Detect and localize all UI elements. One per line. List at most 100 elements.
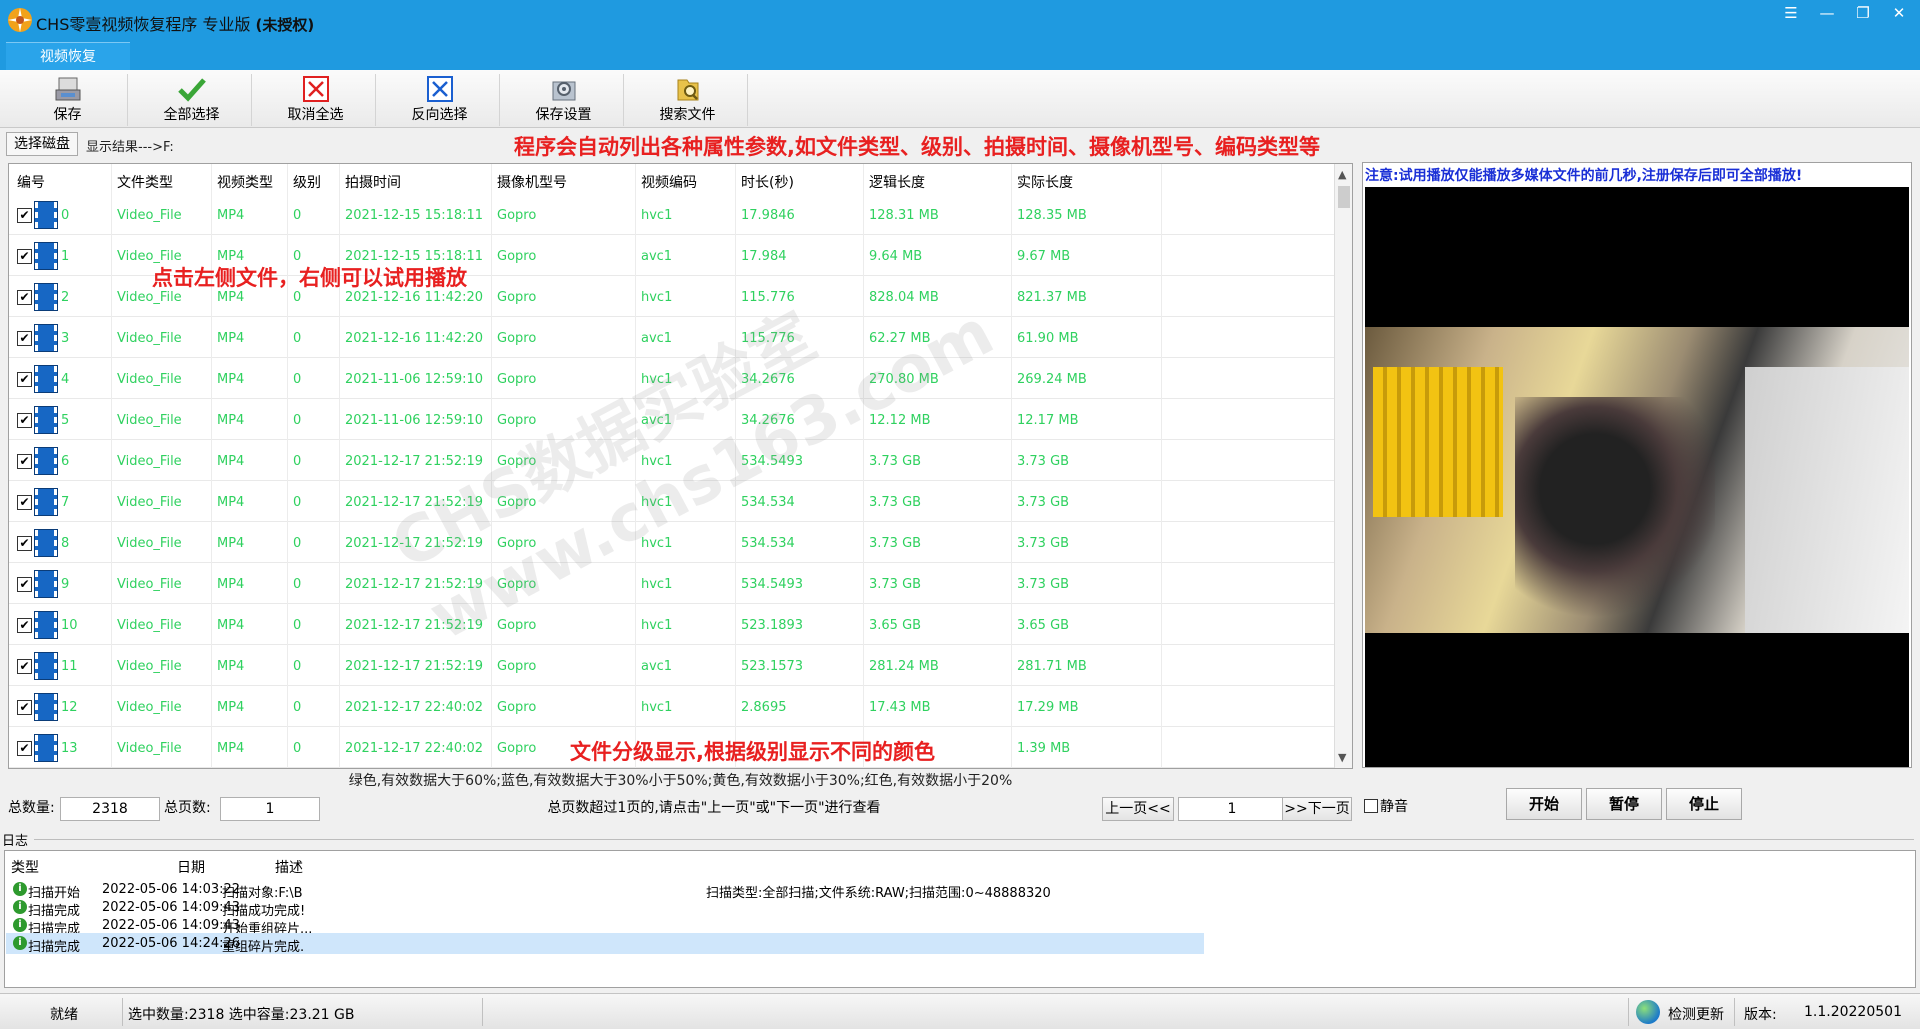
table-cell: 2021-12-17 22:40:02 [345,741,484,756]
table-column-header[interactable]: 拍摄时间 [345,172,401,192]
table-cell: 1 [61,249,70,264]
table-cell: 3.73 GB [1017,495,1070,510]
table-row[interactable]: ✔ 10 Video_File MP4 0 2021-12-17 21:52:19 Gopr… [9,604,1334,645]
table-cell: 0 [293,618,302,633]
table-row[interactable]: ✔ 11 Video_File MP4 0 2021-12-17 21:52:19 Gopr… [9,645,1334,686]
deselect-all-button[interactable]: 取消全选 [256,74,376,126]
table-cell: 0 [293,208,302,223]
row-checkbox[interactable]: ✔ [17,659,32,674]
table-cell: 8 [61,536,70,551]
save-settings-button[interactable]: 保存设置 [504,74,624,126]
menu-icon[interactable]: ☰ [1778,4,1804,22]
table-column-header[interactable]: 实际长度 [1017,172,1073,192]
ribbon-tab-bar: 视频恢复 [0,40,1920,70]
table-vertical-scrollbar[interactable]: ▲ ▼ [1334,164,1352,768]
page-number-input[interactable]: 1 [1178,797,1286,821]
pause-button[interactable]: 暂停 [1586,788,1662,820]
table-row[interactable]: ✔ 12 Video_File MP4 0 2021-12-17 22:40:02 Gopr… [9,686,1334,727]
row-checkbox[interactable]: ✔ [17,618,32,633]
maximize-button[interactable]: ❐ [1850,4,1876,22]
table-cell: 34.2676 [741,413,795,428]
table-column-header[interactable]: 逻辑长度 [869,172,925,192]
minimize-button[interactable]: — [1814,4,1840,22]
table-cell: Video_File [117,659,182,674]
table-row[interactable]: ✔ 3 Video_File MP4 0 2021-12-16 11:42:20 Gopro… [9,317,1334,358]
scroll-up-icon[interactable]: ▲ [1338,168,1346,181]
table-header: 编号 文件类型 视频类型 级别 拍摄时间 摄像机型号 视频编码 时长(秒) 逻辑长度 实际长度 [9,164,1334,194]
table-column-header[interactable]: 级别 [293,172,321,192]
table-cell: 4 [61,372,70,387]
table-cell: 2021-12-17 21:52:19 [345,618,484,633]
table-row[interactable]: ✔ 0 Video_File MP4 0 2021-12-15 15:18:11 Gopro… [9,194,1334,235]
table-cell: 0 [293,454,302,469]
log-divider [34,839,1914,840]
table-cell: 10 [61,618,78,633]
film-icon [35,694,57,720]
window-title: CHS零壹视频恢复程序 专业版 (未授权) [36,11,314,35]
table-cell: Gopro [497,413,537,428]
table-cell: 3.73 GB [1017,577,1070,592]
table-cell: 9.67 MB [1017,249,1071,264]
row-checkbox[interactable]: ✔ [17,536,32,551]
row-checkbox[interactable]: ✔ [17,577,32,592]
play-start-button[interactable]: 开始 [1506,788,1582,820]
table-cell: 61.90 MB [1017,331,1079,346]
next-page-button[interactable]: >>下一页 [1282,797,1352,821]
row-checkbox[interactable]: ✔ [17,249,32,264]
total-count-label: 总数量: [8,800,55,816]
table-column-header[interactable]: 视频类型 [217,172,273,192]
film-icon [35,530,57,556]
stop-button[interactable]: 停止 [1666,788,1742,820]
table-row[interactable]: ✔ 4 Video_File MP4 0 2021-11-06 12:59:10 Gopro… [9,358,1334,399]
version-label: 版本: [1744,1007,1777,1023]
table-cell: avc1 [641,331,673,346]
row-checkbox[interactable]: ✔ [17,454,32,469]
row-checkbox[interactable]: ✔ [17,700,32,715]
table-column-header[interactable]: 编号 [17,172,45,192]
table-column-header[interactable]: 视频编码 [641,172,697,192]
scroll-down-icon[interactable]: ▼ [1338,751,1346,764]
prev-page-button[interactable]: 上一页<< [1102,797,1174,821]
select-disk-button[interactable]: 选择磁盘 [6,132,78,156]
invert-selection-button[interactable]: 反向选择 [380,74,500,126]
table-cell: MP4 [217,618,245,633]
table-row[interactable]: ✔ 5 Video_File MP4 0 2021-11-06 12:59:10 Gopro… [9,399,1334,440]
app-title-text: CHS零壹视频恢复程序 专业版 [36,15,251,34]
globe-icon [1636,1000,1660,1024]
table-column-header[interactable]: 摄像机型号 [497,172,567,192]
save-button[interactable]: 保存 [8,74,128,126]
mute-checkbox[interactable]: 静音 [1364,796,1408,816]
table-row[interactable]: ✔ 8 Video_File MP4 0 2021-12-17 21:52:19 Gopro… [9,522,1334,563]
table-column-header[interactable]: 文件类型 [117,172,173,192]
row-checkbox[interactable]: ✔ [17,331,32,346]
table-cell: 534.534 [741,495,795,510]
search-files-button[interactable]: 搜索文件 [628,74,748,126]
table-cell: 7 [61,495,70,510]
table-cell: 3 [61,331,70,346]
log-row[interactable]: i 扫描完成 2022-05-06 14:24:26 重组碎片完成. [6,933,1204,955]
table-row[interactable]: ✔ 7 Video_File MP4 0 2021-12-17 21:52:19 Gopro… [9,481,1334,522]
close-button[interactable]: ✕ [1886,4,1912,22]
log-col-desc: 描述 [275,860,303,876]
table-column-header[interactable]: 时长(秒) [741,172,794,192]
table-cell: avc1 [641,413,673,428]
video-player[interactable] [1365,187,1909,767]
table-row[interactable]: ✔ 6 Video_File MP4 0 2021-12-17 21:52:19 Gopro… [9,440,1334,481]
check-update-link[interactable]: 检测更新 [1668,1004,1724,1024]
table-cell: 0 [293,495,302,510]
app-logo-icon [8,8,32,32]
table-cell: 6 [61,454,70,469]
row-checkbox[interactable]: ✔ [17,208,32,223]
table-row[interactable]: ✔ 9 Video_File MP4 0 2021-12-17 21:52:19 Gopro… [9,563,1334,604]
scroll-thumb[interactable] [1338,186,1350,208]
row-checkbox[interactable]: ✔ [17,495,32,510]
table-cell: 17.984 [741,249,787,264]
row-checkbox[interactable]: ✔ [17,372,32,387]
film-icon [35,735,57,761]
row-checkbox[interactable]: ✔ [17,290,32,305]
select-all-button[interactable]: 全部选择 [132,74,252,126]
table-cell: 534.5493 [741,454,804,469]
row-checkbox[interactable]: ✔ [17,413,32,428]
tab-video-recovery[interactable]: 视频恢复 [6,42,130,70]
row-checkbox[interactable]: ✔ [17,741,32,756]
